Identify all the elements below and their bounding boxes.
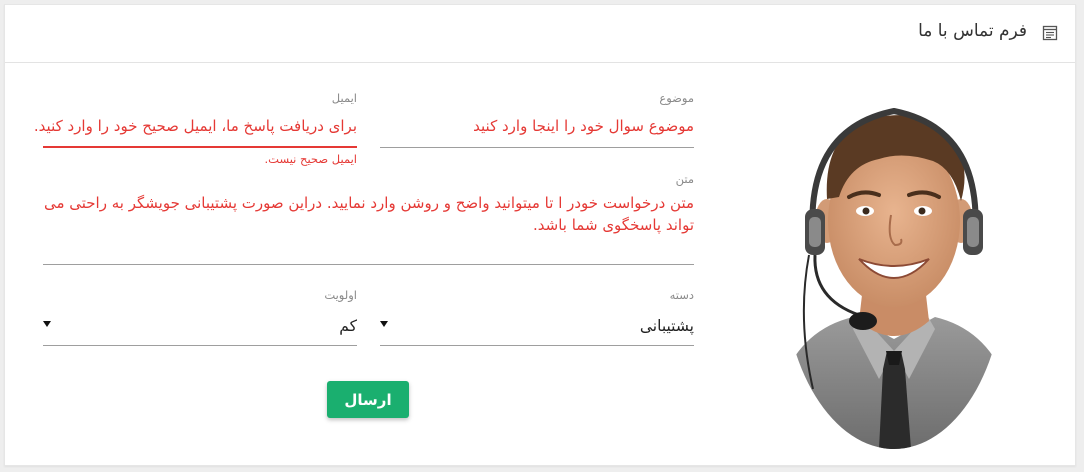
category-select[interactable]: پشتیبانی bbox=[640, 317, 694, 335]
message-underline bbox=[43, 264, 694, 265]
category-underline bbox=[380, 345, 694, 346]
chevron-down-icon[interactable] bbox=[43, 321, 51, 327]
priority-label: اولویت bbox=[324, 288, 357, 302]
submit-button[interactable]: ارسال bbox=[327, 381, 409, 418]
page-title: فرم تماس با ما bbox=[918, 21, 1027, 41]
category-label: دسته bbox=[669, 288, 694, 302]
subject-label: موضوع bbox=[659, 91, 694, 105]
message-label: متن bbox=[675, 172, 694, 186]
subject-field[interactable]: موضوع موضوع سوال خود را اینجا وارد کنید bbox=[380, 91, 694, 151]
email-error-message: ایمیل صحیح نیست. bbox=[264, 152, 358, 166]
email-underline bbox=[43, 146, 357, 148]
category-field[interactable]: دسته پشتیبانی bbox=[380, 288, 694, 348]
card-header: فرم تماس با ما bbox=[5, 5, 1075, 63]
contact-form-card: فرم تماس با ما موضوع موضوع سوال خود را ا… bbox=[4, 4, 1076, 466]
subject-underline bbox=[380, 147, 694, 148]
message-field[interactable]: متن متن درخواست خودر ا تا میتوانید واضح … bbox=[43, 172, 694, 268]
priority-select[interactable]: کم bbox=[339, 317, 357, 335]
support-agent-photo bbox=[783, 89, 1005, 449]
email-label: ایمیل bbox=[331, 91, 357, 105]
form-icon bbox=[1042, 25, 1058, 41]
email-input[interactable]: برای دریافت پاسخ ما، ایمیل صحیح خود را و… bbox=[34, 117, 357, 135]
subject-input[interactable]: موضوع سوال خود را اینجا وارد کنید bbox=[473, 117, 694, 135]
priority-field[interactable]: اولویت کم bbox=[43, 288, 357, 348]
email-field[interactable]: ایمیل برای دریافت پاسخ ما، ایمیل صحیح خو… bbox=[34, 91, 358, 171]
chevron-down-icon[interactable] bbox=[380, 321, 388, 327]
message-textarea[interactable]: متن درخواست خودر ا تا میتوانید واضح و رو… bbox=[43, 192, 694, 236]
priority-underline bbox=[43, 345, 357, 346]
